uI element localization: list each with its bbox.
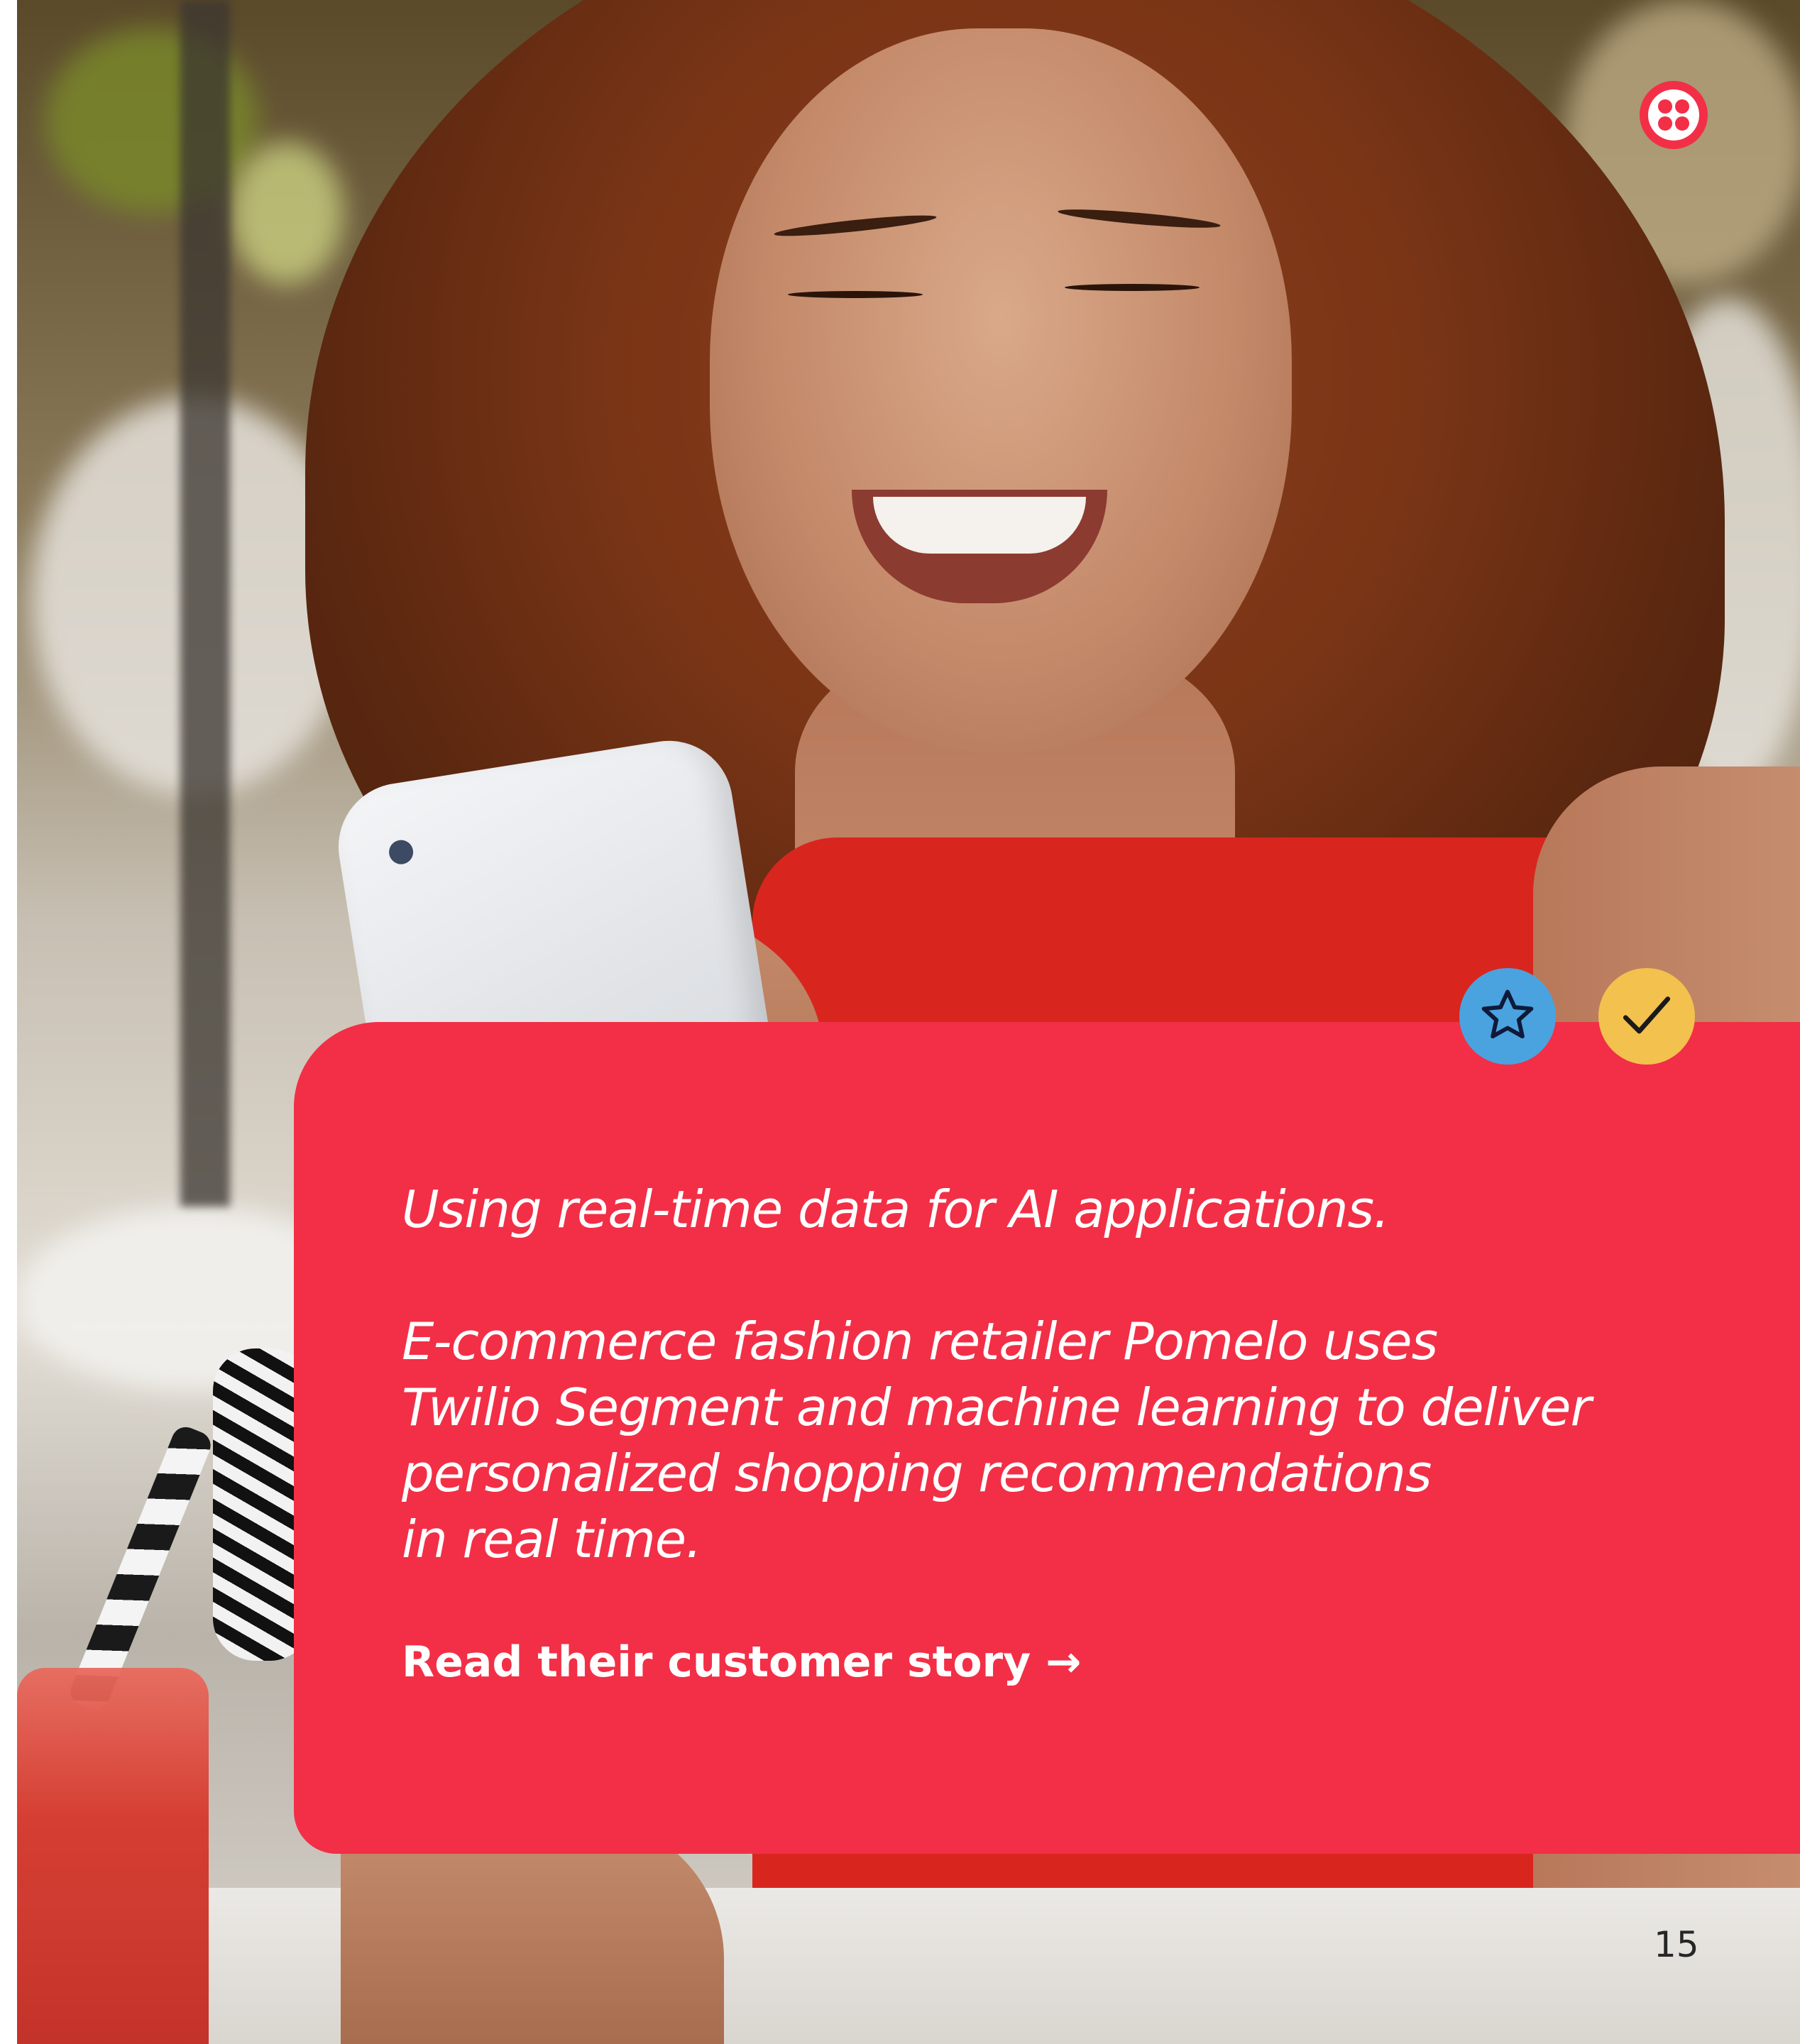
background-pole <box>180 0 230 1207</box>
story-body-line: E-commerce fashion retailer Pomelo uses <box>402 1312 1438 1371</box>
marble-table <box>17 1888 1800 2044</box>
story-body-line: Twilio Segment and machine learning to d… <box>402 1378 1591 1437</box>
twilio-logo-icon <box>1640 81 1708 149</box>
checkmark-icon <box>1623 996 1671 1034</box>
woman-eye-right <box>1065 284 1200 291</box>
logo-dot <box>1675 116 1689 131</box>
woman-eye-left <box>788 291 923 298</box>
star-icon <box>1481 989 1534 1039</box>
story-text: Using real-time data for AI applications… <box>402 1177 1679 1573</box>
story-body-line: in real time. <box>402 1510 702 1569</box>
check-badge <box>1598 968 1695 1065</box>
smoothie-jar <box>17 1668 209 2044</box>
woman-face <box>710 28 1292 752</box>
logo-dot <box>1675 99 1689 114</box>
woman-teeth <box>873 497 1086 554</box>
story-body-line: personalized shopping recommendations <box>402 1444 1432 1503</box>
page-margin <box>0 0 17 2044</box>
story-headline: Using real-time data for AI applications… <box>402 1180 1390 1239</box>
logo-dot <box>1658 116 1672 131</box>
bokeh-light <box>230 142 344 284</box>
read-customer-story-link[interactable]: Read their customer story → <box>402 1634 1081 1691</box>
star-badge <box>1459 968 1556 1065</box>
page-number: 15 <box>1654 1924 1699 1965</box>
phone-camera <box>387 838 415 867</box>
logo-dot <box>1658 99 1672 114</box>
brochure-page: Using real-time data for AI applications… <box>0 0 1800 2044</box>
